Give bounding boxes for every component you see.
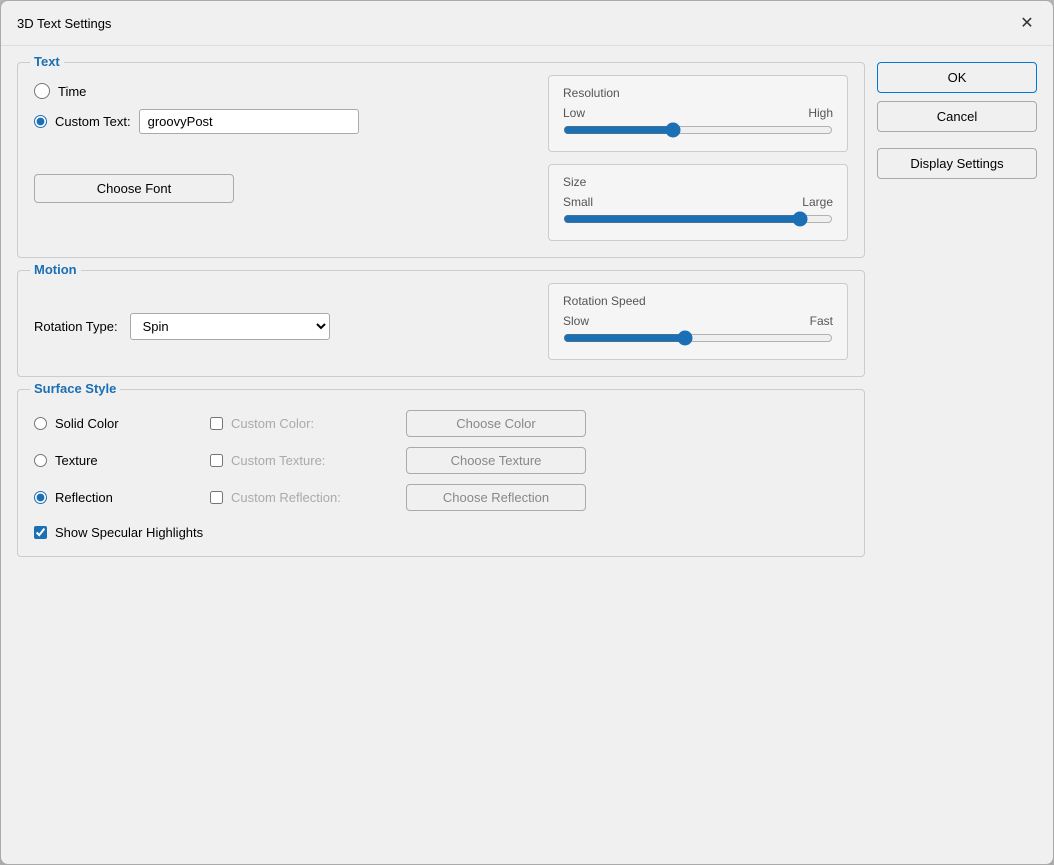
custom-text-row: Custom Text: xyxy=(34,109,528,134)
rotation-type-label: Rotation Type: xyxy=(34,319,118,334)
rotation-speed-labels: Slow Fast xyxy=(563,314,833,328)
resolution-labels: Low High xyxy=(563,106,833,120)
custom-text-input[interactable] xyxy=(139,109,359,134)
time-radio-row: Time xyxy=(34,83,528,99)
resolution-group: Resolution Low High xyxy=(548,75,848,152)
ok-button[interactable]: OK xyxy=(877,62,1037,93)
specular-row: Show Specular Highlights xyxy=(34,525,848,540)
custom-color-label: Custom Color: xyxy=(231,416,314,431)
text-right: Resolution Low High Size Small Large xyxy=(548,75,848,241)
speed-slow: Slow xyxy=(563,314,589,328)
custom-reflection-checkbox[interactable] xyxy=(210,491,223,504)
size-large: Large xyxy=(802,195,833,209)
reflection-row: Reflection Custom Reflection: Choose Ref… xyxy=(34,484,848,511)
choose-font-button[interactable]: Choose Font xyxy=(34,174,234,203)
resolution-low: Low xyxy=(563,106,585,120)
specular-checkbox[interactable] xyxy=(34,526,47,539)
size-small: Small xyxy=(563,195,593,209)
close-button[interactable]: ✕ xyxy=(1013,9,1041,37)
custom-color-check-col: Custom Color: xyxy=(210,416,390,431)
solid-color-label: Solid Color xyxy=(55,416,119,431)
reflection-radio-col: Reflection xyxy=(34,490,194,505)
motion-inner: Rotation Type: Spin Rock Wobble None Rot… xyxy=(34,283,848,360)
motion-section: Motion Rotation Type: Spin Rock Wobble N… xyxy=(17,270,865,377)
title-bar: 3D Text Settings ✕ xyxy=(1,1,1053,46)
choose-font-container: Choose Font xyxy=(34,144,528,203)
size-label: Size xyxy=(563,175,833,189)
motion-section-label: Motion xyxy=(30,262,81,277)
custom-texture-check-col: Custom Texture: xyxy=(210,453,390,468)
choose-color-button[interactable]: Choose Color xyxy=(406,410,586,437)
surface-section: Surface Style Solid Color Custom Color: xyxy=(17,389,865,557)
motion-right: Rotation Speed Slow Fast xyxy=(548,283,848,360)
text-section: Text Time Custom Text: Choos xyxy=(17,62,865,258)
custom-reflection-label: Custom Reflection: xyxy=(231,490,341,505)
cancel-button[interactable]: Cancel xyxy=(877,101,1037,132)
left-panel: Text Time Custom Text: Choos xyxy=(17,62,865,848)
choose-texture-col: Choose Texture xyxy=(406,447,848,474)
dialog-window: 3D Text Settings ✕ Text Time Custom Text… xyxy=(0,0,1054,865)
custom-text-radio[interactable] xyxy=(34,115,47,128)
texture-radio[interactable] xyxy=(34,454,47,467)
choose-texture-button[interactable]: Choose Texture xyxy=(406,447,586,474)
custom-texture-checkbox[interactable] xyxy=(210,454,223,467)
texture-label: Texture xyxy=(55,453,98,468)
right-panel: OK Cancel Display Settings xyxy=(877,62,1037,848)
rotation-type-select[interactable]: Spin Rock Wobble None xyxy=(130,313,330,340)
choose-color-col: Choose Color xyxy=(406,410,848,437)
rotation-speed-group: Rotation Speed Slow Fast xyxy=(548,283,848,360)
display-settings-button[interactable]: Display Settings xyxy=(877,148,1037,179)
text-section-label: Text xyxy=(30,54,64,69)
size-slider[interactable] xyxy=(563,211,833,227)
texture-row: Texture Custom Texture: Choose Texture xyxy=(34,447,848,474)
custom-color-checkbox[interactable] xyxy=(210,417,223,430)
custom-texture-label: Custom Texture: xyxy=(231,453,325,468)
rotation-speed-label: Rotation Speed xyxy=(563,294,833,308)
speed-fast: Fast xyxy=(810,314,833,328)
choose-reflection-col: Choose Reflection xyxy=(406,484,848,511)
resolution-slider[interactable] xyxy=(563,122,833,138)
size-labels: Small Large xyxy=(563,195,833,209)
text-left: Time Custom Text: Choose Font xyxy=(34,75,528,241)
reflection-radio[interactable] xyxy=(34,491,47,504)
dialog-title: 3D Text Settings xyxy=(17,16,111,31)
time-label: Time xyxy=(58,84,86,99)
solid-color-radio-col: Solid Color xyxy=(34,416,194,431)
resolution-high: High xyxy=(808,106,833,120)
surface-section-label: Surface Style xyxy=(30,381,120,396)
texture-radio-col: Texture xyxy=(34,453,194,468)
reflection-label: Reflection xyxy=(55,490,113,505)
solid-color-row: Solid Color Custom Color: Choose Color xyxy=(34,410,848,437)
surface-inner: Solid Color Custom Color: Choose Color xyxy=(34,402,848,540)
dialog-body: Text Time Custom Text: Choos xyxy=(1,46,1053,864)
rotation-speed-slider[interactable] xyxy=(563,330,833,346)
text-section-inner: Time Custom Text: Choose Font xyxy=(34,75,848,241)
custom-reflection-check-col: Custom Reflection: xyxy=(210,490,390,505)
resolution-label: Resolution xyxy=(563,86,833,100)
choose-reflection-button[interactable]: Choose Reflection xyxy=(406,484,586,511)
solid-color-radio[interactable] xyxy=(34,417,47,430)
time-radio[interactable] xyxy=(34,83,50,99)
size-group: Size Small Large xyxy=(548,164,848,241)
specular-label: Show Specular Highlights xyxy=(55,525,203,540)
custom-text-label: Custom Text: xyxy=(55,114,131,129)
motion-left: Rotation Type: Spin Rock Wobble None xyxy=(34,283,528,360)
